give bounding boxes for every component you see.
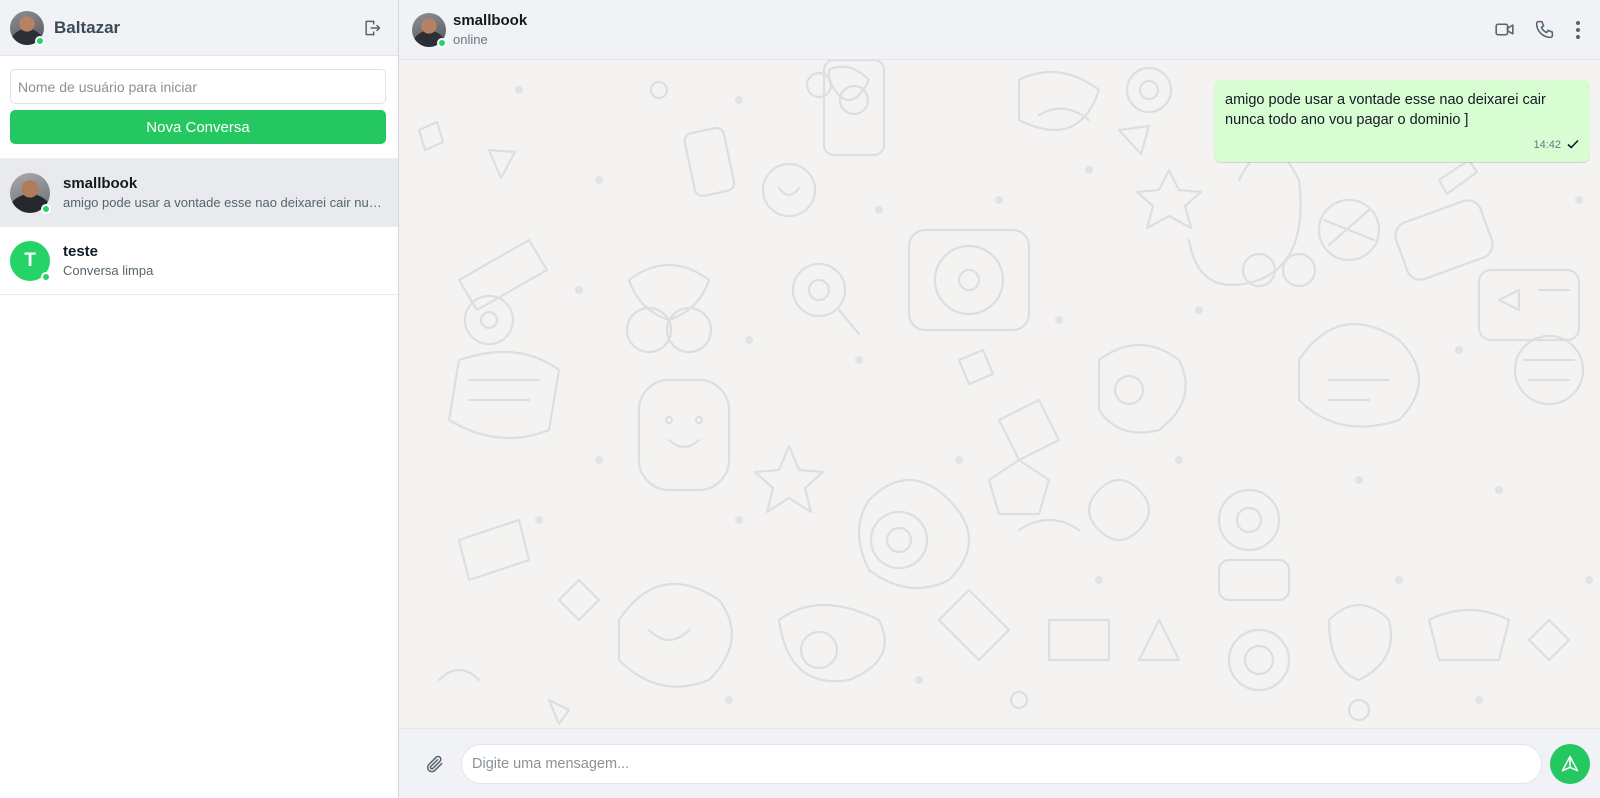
new-chat-username-input[interactable] xyxy=(10,69,386,104)
message-time: 14:42 xyxy=(1533,139,1561,151)
more-vertical-icon[interactable] xyxy=(1568,14,1588,46)
video-call-icon xyxy=(1494,23,1514,36)
logout-icon xyxy=(365,20,381,35)
online-indicator xyxy=(437,37,447,48)
chat-name: smallbook xyxy=(63,175,138,192)
logout-button[interactable] xyxy=(356,12,388,44)
online-indicator xyxy=(35,35,45,46)
chat-list: smallbook amigo pode usar a vontade esse… xyxy=(0,159,398,798)
contact-name: smallbook xyxy=(453,12,528,29)
current-username: Baltazar xyxy=(54,17,121,37)
chat-item-text: smallbook amigo pode usar a vontade esse… xyxy=(63,175,388,210)
attach-button[interactable] xyxy=(419,748,451,780)
chat-item-text: teste Conversa limpa xyxy=(63,243,388,278)
chat-name: teste xyxy=(63,243,99,260)
online-indicator xyxy=(41,203,51,214)
conversation-pane: smallbook online amigo pode usar a vonta… xyxy=(399,0,1600,798)
message-text: amigo pode usar a vontade esse nao deixa… xyxy=(1225,92,1546,128)
video-call-button[interactable] xyxy=(1488,14,1520,46)
paperclip-icon xyxy=(426,755,443,772)
message-input[interactable] xyxy=(461,743,1542,784)
check-icon xyxy=(1567,136,1579,154)
new-chat-form: Nova Conversa xyxy=(0,56,398,159)
message-bubble[interactable]: amigo pode usar a vontade esse nao deixa… xyxy=(1214,80,1590,162)
contact-status: online xyxy=(453,32,488,47)
chat-list-item-smallbook[interactable]: smallbook amigo pode usar a vontade esse… xyxy=(0,159,398,227)
sidebar: Baltazar Nova Conversa smallbook xyxy=(0,0,399,798)
voice-call-button[interactable] xyxy=(1528,14,1560,46)
online-indicator xyxy=(41,271,51,282)
message-area: amigo pode usar a vontade esse nao deixa… xyxy=(399,60,1600,728)
chat-avatar: T xyxy=(10,240,51,282)
chat-list-item-teste[interactable]: T teste Conversa limpa xyxy=(0,227,398,295)
contact-info[interactable]: smallbook online xyxy=(453,12,1488,47)
contact-avatar[interactable] xyxy=(412,12,447,48)
header-actions xyxy=(1488,14,1588,46)
chat-preview: amigo pode usar a vontade esse nao deixa… xyxy=(63,195,383,210)
sidebar-header: Baltazar xyxy=(0,0,398,56)
app: Baltazar Nova Conversa smallbook xyxy=(0,0,1600,798)
chat-avatar xyxy=(10,172,51,214)
user-avatar[interactable] xyxy=(10,10,45,46)
message-composer xyxy=(399,728,1600,798)
message-row-outgoing: amigo pode usar a vontade esse nao deixa… xyxy=(1214,80,1590,162)
chat-preview: Conversa limpa xyxy=(63,263,154,278)
send-icon xyxy=(1561,755,1579,771)
phone-icon xyxy=(1535,20,1553,39)
conversation-header: smallbook online xyxy=(399,0,1600,60)
new-chat-button[interactable]: Nova Conversa xyxy=(10,110,386,144)
message-meta: 14:42 xyxy=(1225,136,1579,154)
send-button[interactable] xyxy=(1550,743,1590,784)
